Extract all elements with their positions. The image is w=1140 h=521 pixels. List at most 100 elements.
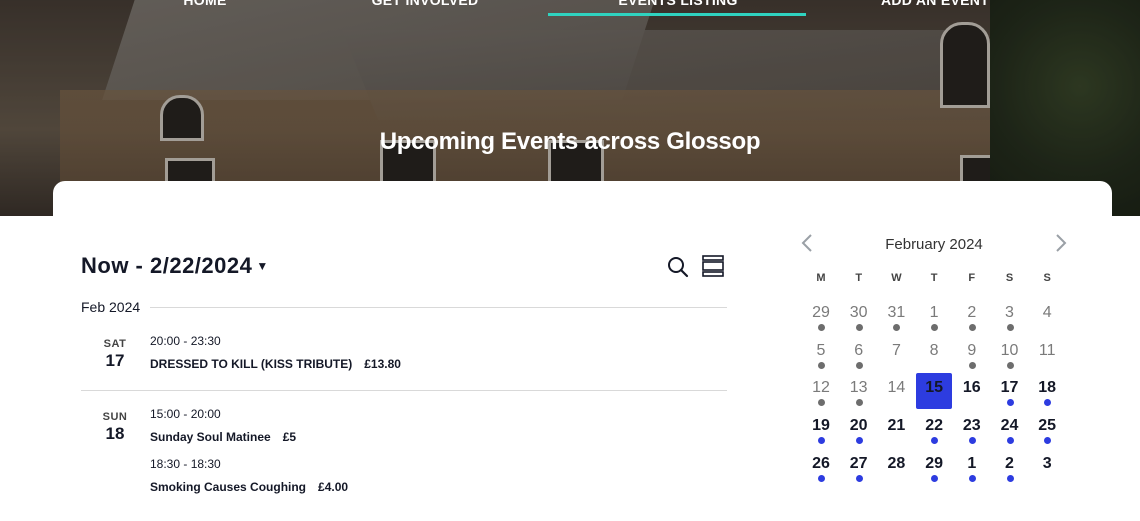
calendar-day-number: 9 [967,341,977,359]
calendar-day[interactable]: 18 [1029,373,1065,409]
view-toggle-button[interactable] [702,255,724,282]
event-indicator-dot [931,437,939,445]
nav-home[interactable]: HOME [150,0,260,8]
event-item[interactable]: Sunday Soul Matinee £5 [150,430,296,444]
calendar-day[interactable]: 26 [803,449,839,485]
chevron-down-icon: ▼ [256,259,269,273]
calendar-day[interactable]: 30 [841,298,877,334]
calendar-day-number: 11 [1038,341,1056,359]
calendar-day[interactable]: 12 [803,373,839,409]
divider [81,390,727,391]
nav-events-listing[interactable]: EVENTS LISTING [598,0,758,8]
nav-active-indicator [548,13,806,16]
calendar-day-number: 3 [1005,304,1014,321]
calendar-day-number: 26 [812,454,830,472]
search-button[interactable] [667,256,689,283]
event-item[interactable]: DRESSED TO KILL (KISS TRIBUTE) £13.80 [150,357,401,371]
calendar-day-number: 2 [1005,454,1014,472]
calendar-day-number: 29 [925,454,943,472]
calendar-weekday: T [930,272,938,284]
calendar-weekday: T [855,272,863,284]
event-indicator-dot [931,324,939,331]
event-item[interactable]: Smoking Causes Coughing £4.00 [150,480,348,494]
event-indicator-dot [818,361,825,369]
event-indicator-dot [1006,399,1014,407]
calendar-day-number: 6 [854,341,864,359]
day-number: 18 [105,424,125,443]
calendar-day-number: 19 [812,417,830,435]
calendar-day[interactable]: 1 [954,449,990,485]
calendar-day[interactable]: 21 [878,411,914,447]
calendar-day[interactable]: 25 [1029,411,1065,447]
calendar-day-today[interactable]: 15 [916,373,953,410]
calendar-day[interactable]: 22 [916,411,952,447]
event-indicator-dot [818,399,825,407]
event-indicator-dot [818,437,825,445]
calendar-day[interactable]: 17 [992,373,1028,409]
calendar-day[interactable]: 1 [916,298,952,334]
day-of-week: SAT [103,338,127,350]
calendar-day-number: 2 [967,304,977,321]
day-marker: SUN 18 [80,411,150,444]
calendar-day[interactable]: 2 [954,298,990,334]
calendar-day[interactable]: 4 [1029,298,1065,334]
calendar-day[interactable]: 13 [841,373,877,409]
calendar-day-number: 4 [1042,304,1052,321]
calendar-day[interactable]: 27 [841,449,877,485]
date-range-label: Now - 2/22/2024 [81,253,253,278]
calendar-day-number: 21 [887,417,906,435]
day-marker: SAT 17 [80,338,150,371]
calendar-day[interactable]: 6 [841,336,877,372]
calendar-day-number: 10 [1000,341,1019,359]
event-indicator-dot [855,324,863,331]
date-range-selector[interactable]: Now - 2/22/2024 ▼ [81,253,269,279]
calendar-day-number: 13 [849,379,868,397]
calendar-day[interactable]: 28 [878,449,914,485]
event-title[interactable]: DRESSED TO KILL (KISS TRIBUTE) [150,357,352,371]
calendar-day[interactable]: 8 [916,336,952,372]
calendar-day[interactable]: 19 [803,411,839,447]
calendar-day-number: 22 [925,417,943,435]
calendar-weekday: S [1005,272,1014,284]
calendar-day[interactable]: 2 [992,449,1028,485]
nav-get-involved[interactable]: GET INVOLVED [345,0,505,8]
event-indicator-dot [968,324,976,331]
calendar-day-number: 25 [1038,417,1057,435]
event-indicator-dot [968,437,976,445]
month-header: Feb 2024 [81,299,141,315]
calendar-day-number: 3 [1042,454,1052,472]
calendar-day[interactable]: 11 [1029,336,1065,372]
calendar-day[interactable]: 23 [954,411,990,447]
calendar-day[interactable]: 10 [992,336,1028,372]
calendar-day[interactable]: 3 [1029,449,1065,485]
calendar-day-number: 29 [812,304,830,321]
calendar-day[interactable]: 5 [803,336,839,372]
next-month-button[interactable] [1054,232,1068,260]
calendar-day[interactable]: 14 [878,373,914,409]
calendar-day[interactable]: 31 [878,298,914,334]
calendar-day-number: 31 [887,304,906,321]
calendar-day[interactable]: 24 [992,411,1028,447]
calendar-day[interactable]: 29 [803,298,839,334]
event-price: £13.80 [364,357,401,371]
calendar-day[interactable]: 7 [878,336,914,372]
event-indicator-dot [1044,399,1052,407]
calendar-day[interactable]: 20 [841,411,877,447]
calendar-weekday: S [1043,272,1051,284]
event-title[interactable]: Smoking Causes Coughing [150,480,306,494]
day-number: 17 [105,351,125,370]
nav-add-an-event[interactable]: ADD AN EVENT [855,0,1015,8]
calendar-day-number: 5 [816,341,826,359]
event-price: £5 [282,430,297,444]
event-indicator-dot [893,324,901,331]
calendar-weekday: W [891,272,902,284]
event-price: £4.00 [318,480,349,494]
calendar-day[interactable]: 29 [916,449,952,485]
calendar-day-number: 17 [1000,379,1019,397]
calendar-day[interactable]: 3 [992,298,1028,334]
calendar-day-number: 7 [891,341,901,359]
event-indicator-dot [818,474,825,482]
calendar-day[interactable]: 9 [954,336,990,372]
event-title[interactable]: Sunday Soul Matinee [150,430,271,444]
calendar-day[interactable]: 16 [954,373,990,409]
